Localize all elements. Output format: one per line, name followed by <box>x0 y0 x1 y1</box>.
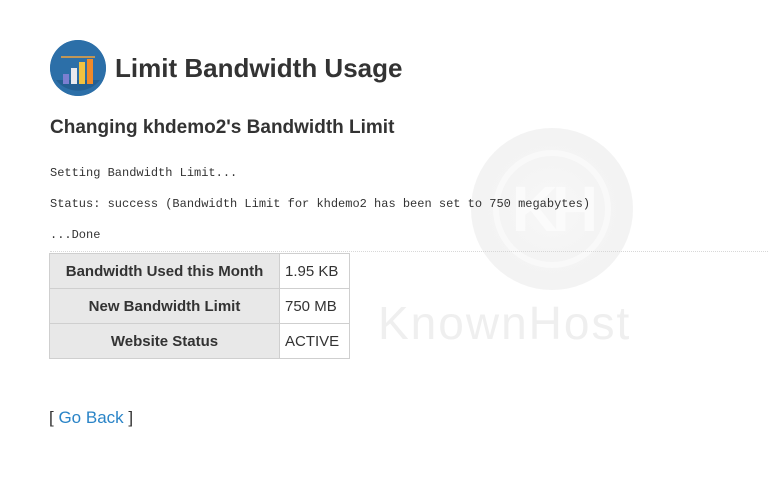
watermark-text: KnownHost <box>378 297 632 349</box>
table-row: Bandwidth Used this Month 1.95 KB <box>49 253 350 289</box>
row-label: New Bandwidth Limit <box>49 288 280 324</box>
row-label: Website Status <box>49 323 280 359</box>
log-line: Setting Bandwidth Limit... <box>50 166 238 180</box>
page: KH KnownHost Limit Bandwidth Usage Chang… <box>0 0 768 487</box>
table-row: New Bandwidth Limit 750 MB <box>49 288 350 324</box>
status-log: Setting Bandwidth Limit... Status: succe… <box>50 165 590 258</box>
row-value: ACTIVE <box>279 323 350 359</box>
section-heading: Changing khdemo2's Bandwidth Limit <box>50 117 395 138</box>
divider <box>50 251 768 252</box>
go-back-container: [ Go Back ] <box>49 408 133 428</box>
page-title: Limit Bandwidth Usage <box>115 52 403 83</box>
log-line: Status: success (Bandwidth Limit for khd… <box>50 197 591 211</box>
table-row: Website Status ACTIVE <box>49 323 350 359</box>
row-value: 1.95 KB <box>279 253 350 289</box>
row-label: Bandwidth Used this Month <box>49 253 280 289</box>
row-value: 750 MB <box>279 288 350 324</box>
bandwidth-stats-table: Bandwidth Used this Month 1.95 KB New Ba… <box>49 253 350 359</box>
bandwidth-bars-icon <box>50 40 106 96</box>
page-header: Limit Bandwidth Usage <box>50 40 402 96</box>
bracket-close: ] <box>123 408 134 427</box>
go-back-link[interactable]: Go Back <box>58 408 123 427</box>
